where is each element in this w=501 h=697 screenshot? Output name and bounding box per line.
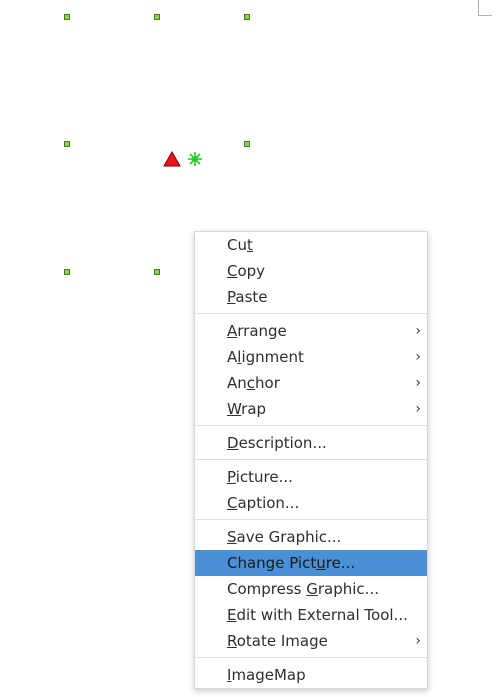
menu-item-label: Save Graphic... [227, 528, 341, 546]
menu-item-label: Cut [227, 236, 253, 254]
chevron-right-icon: › [415, 375, 421, 391]
menu-item-alignment[interactable]: Alignment › [195, 344, 427, 370]
menu-label-part: icture... [235, 468, 293, 486]
menu-mnemonic: C [227, 494, 238, 512]
menu-label-part: dit with External Tool... [236, 606, 408, 624]
menu-item-label: Arrange [227, 322, 287, 340]
menu-separator [195, 313, 427, 314]
menu-item-label: Edit with External Tool... [227, 606, 408, 624]
menu-label-part: escription... [238, 434, 327, 452]
menu-label-part: mageMap [231, 666, 306, 684]
menu-item-description[interactable]: Description... [195, 430, 427, 456]
menu-label-part: re... [325, 554, 356, 572]
menu-item-change-picture[interactable]: Change Picture... [195, 550, 427, 576]
menu-label-part: aste [235, 288, 268, 306]
menu-label-part: ignment [241, 348, 304, 366]
menu-item-wrap[interactable]: Wrap › [195, 396, 427, 422]
menu-item-label: Copy [227, 262, 265, 280]
menu-item-edit-with-external-tool[interactable]: Edit with External Tool... [195, 602, 427, 628]
page-corner-marker [478, 0, 492, 16]
menu-mnemonic: W [227, 400, 242, 418]
menu-item-paste[interactable]: Paste [195, 284, 427, 310]
menu-separator [195, 425, 427, 426]
menu-label-part: otate Image [236, 632, 328, 650]
menu-item-label: Description... [227, 434, 327, 452]
menu-item-label: Caption... [227, 494, 299, 512]
menu-item-save-graphic[interactable]: Save Graphic... [195, 524, 427, 550]
menu-mnemonic: u [316, 554, 326, 572]
menu-label-part: aption... [237, 494, 300, 512]
menu-item-label: Change Picture... [227, 554, 355, 572]
menu-separator [195, 459, 427, 460]
menu-mnemonic: t [246, 236, 253, 254]
selection-handle-middle-right[interactable] [244, 141, 250, 147]
selection-handle-bottom-left[interactable] [64, 269, 70, 275]
menu-mnemonic: P [227, 468, 236, 486]
rotation-pivot-icon[interactable] [187, 151, 203, 167]
menu-item-arrange[interactable]: Arrange › [195, 318, 427, 344]
document-canvas[interactable]: Cut Copy Paste Arrange › Alignment › Anchor › Wra… [0, 0, 501, 697]
menu-label-part: rap [241, 400, 267, 418]
chevron-right-icon: › [415, 349, 421, 365]
selection-handle-bottom-center[interactable] [154, 269, 160, 275]
selection-handle-top-center[interactable] [154, 14, 160, 20]
menu-label-part: Change Pict [227, 554, 317, 572]
menu-item-label: Rotate Image [227, 632, 328, 650]
context-menu: Cut Copy Paste Arrange › Alignment › Anchor › Wra… [194, 231, 428, 689]
menu-mnemonic: R [227, 632, 237, 650]
menu-item-cut[interactable]: Cut [195, 232, 427, 258]
menu-item-picture[interactable]: Picture... [195, 464, 427, 490]
menu-mnemonic: c [246, 374, 256, 392]
selection-handle-top-right[interactable] [244, 14, 250, 20]
selection-handle-middle-left[interactable] [64, 141, 70, 147]
menu-item-copy[interactable]: Copy [195, 258, 427, 284]
anchor-triangle-icon[interactable] [163, 151, 181, 167]
menu-item-rotate-image[interactable]: Rotate Image › [195, 628, 427, 654]
menu-item-caption[interactable]: Caption... [195, 490, 427, 516]
menu-item-anchor[interactable]: Anchor › [195, 370, 427, 396]
menu-separator [195, 657, 427, 658]
chevron-right-icon: › [415, 323, 421, 339]
menu-label-part: rrange [237, 322, 287, 340]
menu-mnemonic: A [227, 322, 238, 340]
menu-item-label: Compress Graphic... [227, 580, 379, 598]
chevron-right-icon: › [415, 401, 421, 417]
menu-item-label: Picture... [227, 468, 293, 486]
menu-label-part: hor [255, 374, 280, 392]
menu-label-part: An [227, 374, 247, 392]
menu-mnemonic: G [306, 580, 318, 598]
menu-item-imagemap[interactable]: ImageMap [195, 662, 427, 688]
menu-item-label: Paste [227, 288, 268, 306]
menu-label-part: ave Graphic... [236, 528, 342, 546]
menu-label-part: A [227, 348, 238, 366]
menu-separator [195, 519, 427, 520]
chevron-right-icon: › [415, 633, 421, 649]
menu-item-label: Alignment [227, 348, 304, 366]
menu-item-label: Anchor [227, 374, 280, 392]
menu-mnemonic: S [227, 528, 237, 546]
menu-label-part: Compress [227, 580, 307, 598]
menu-item-compress-graphic[interactable]: Compress Graphic... [195, 576, 427, 602]
menu-mnemonic: D [227, 434, 239, 452]
selection-handle-top-left[interactable] [64, 14, 70, 20]
menu-label-part: opy [237, 262, 266, 280]
menu-label-part: Cu [227, 236, 247, 254]
menu-mnemonic: C [227, 262, 238, 280]
menu-item-label: ImageMap [227, 666, 306, 684]
menu-label-part: raphic... [317, 580, 379, 598]
menu-item-label: Wrap [227, 400, 266, 418]
